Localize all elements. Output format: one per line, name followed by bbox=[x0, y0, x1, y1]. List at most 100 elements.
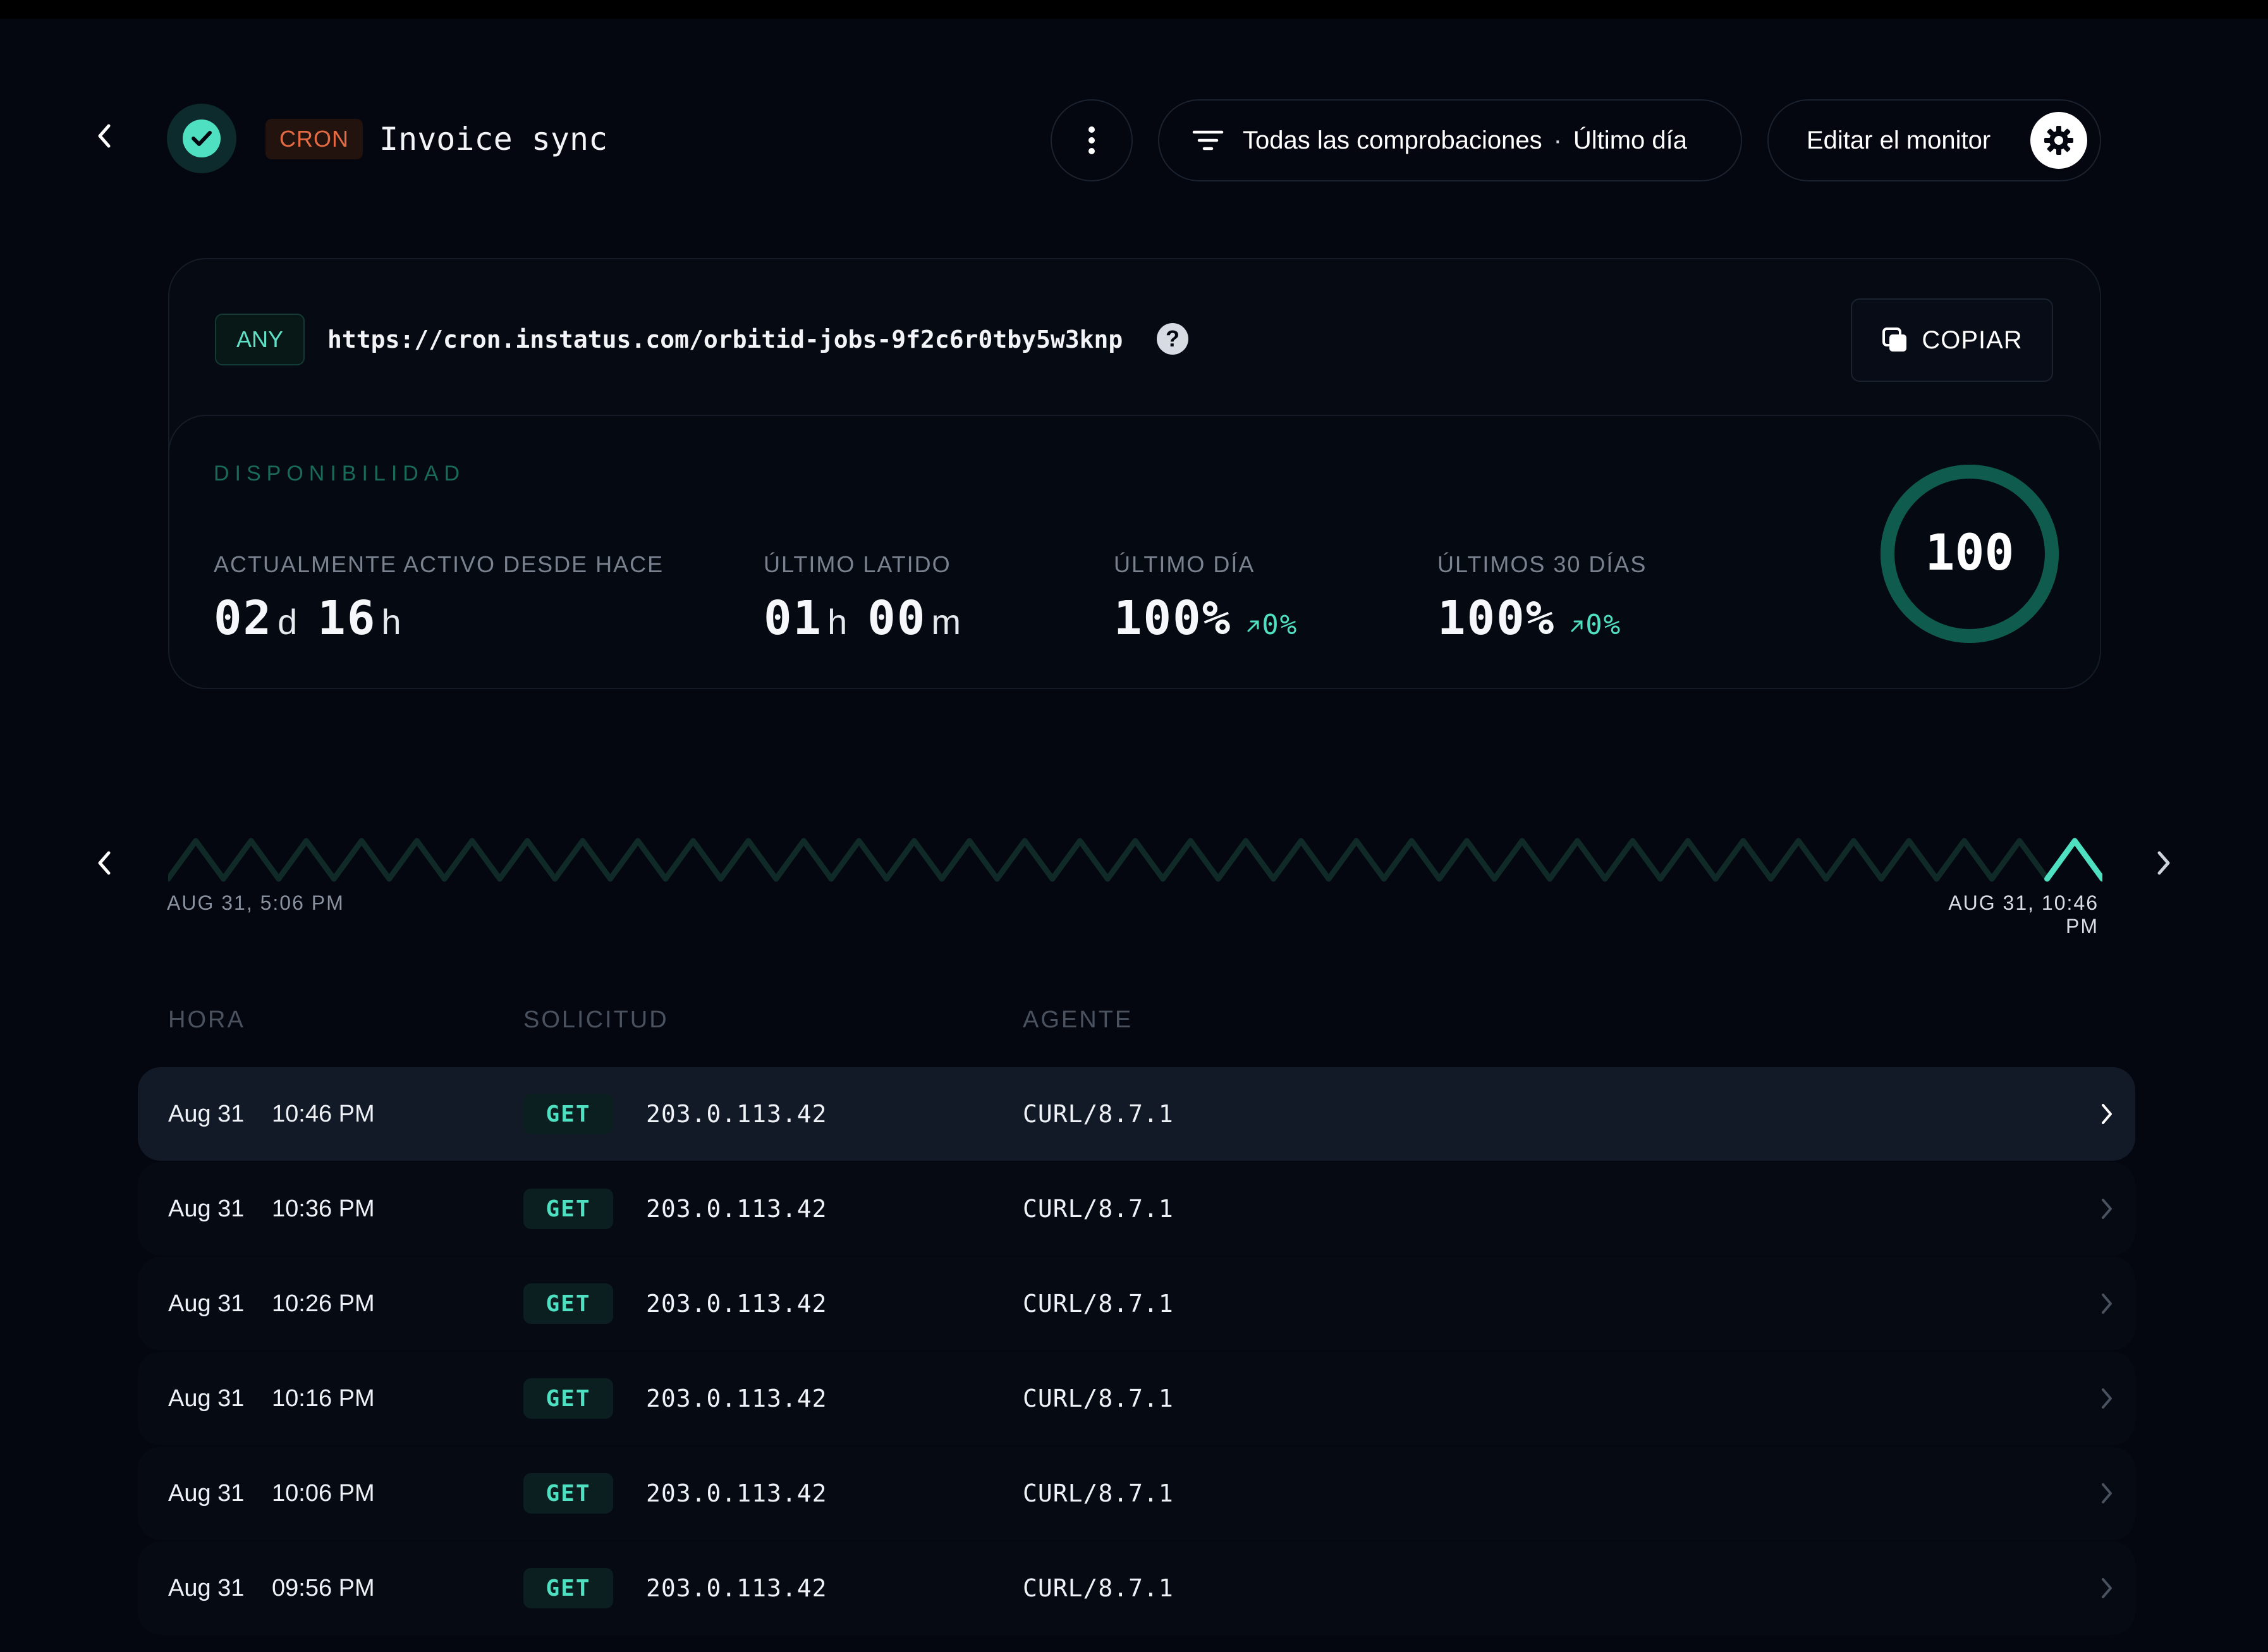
availability-section-label: DISPONIBILIDAD bbox=[214, 462, 466, 486]
heartbeat-mark[interactable] bbox=[1934, 838, 1995, 882]
heartbeat-mark[interactable] bbox=[1491, 838, 1553, 882]
row-method: GET bbox=[523, 1541, 613, 1635]
row-method: GET bbox=[523, 1447, 613, 1540]
heartbeat-mark[interactable] bbox=[1989, 838, 2051, 882]
copy-icon bbox=[1882, 327, 1907, 352]
column-header-request: SOLICITUD bbox=[523, 1006, 669, 1033]
heartbeat-mark[interactable] bbox=[1271, 838, 1332, 882]
heartbeat-mark[interactable] bbox=[386, 838, 448, 882]
heartbeat-mark[interactable] bbox=[1381, 838, 1442, 882]
method-badge: GET bbox=[523, 1189, 613, 1229]
heartbeat-mark[interactable] bbox=[1049, 838, 1111, 882]
row-date: Aug 31 bbox=[168, 1574, 245, 1601]
monitor-type-badge: CRON bbox=[265, 119, 363, 159]
heartbeat-mark[interactable] bbox=[220, 838, 282, 882]
row-time: 10:36 PM bbox=[272, 1195, 375, 1222]
row-ip: 203.0.113.42 bbox=[646, 1290, 827, 1318]
more-vertical-icon bbox=[1088, 126, 1095, 154]
heartbeat-mark[interactable] bbox=[552, 838, 613, 882]
table-row[interactable]: Aug 31 10:36 PM GET 203.0.113.42 CURL/8.7.1 bbox=[138, 1162, 2135, 1256]
row-agent: CURL/8.7.1 bbox=[1023, 1574, 1174, 1602]
row-open-button[interactable] bbox=[2091, 1162, 2123, 1256]
timeline-previous-button[interactable] bbox=[88, 844, 120, 882]
table-row[interactable]: Aug 31 09:56 PM GET 203.0.113.42 CURL/8.7.1 bbox=[138, 1541, 2135, 1635]
heartbeat-mark[interactable] bbox=[607, 838, 669, 882]
chevron-left-icon bbox=[98, 124, 111, 148]
heartbeat-mark[interactable] bbox=[1436, 838, 1497, 882]
heartbeat-latest[interactable] bbox=[2044, 838, 2102, 882]
check-icon bbox=[183, 119, 221, 157]
row-open-button[interactable] bbox=[2091, 1257, 2123, 1350]
heartbeat-mark[interactable] bbox=[773, 838, 834, 882]
heartbeat-mark[interactable] bbox=[884, 838, 945, 882]
chevron-right-icon bbox=[2102, 1388, 2112, 1409]
check-filter-dropdown[interactable]: Todas las comprobaciones · Último día bbox=[1158, 99, 1742, 181]
heartbeat-mark[interactable] bbox=[1602, 838, 1664, 882]
row-agent: CURL/8.7.1 bbox=[1023, 1290, 1174, 1318]
row-time: 10:46 PM bbox=[272, 1100, 375, 1127]
chevron-right-icon bbox=[2157, 851, 2170, 875]
timeline-end-label: AUG 31, 10:46 PM bbox=[1948, 891, 2099, 938]
table-row[interactable]: Aug 31 10:06 PM GET 203.0.113.42 CURL/8.7.1 bbox=[138, 1447, 2135, 1540]
row-ip: 203.0.113.42 bbox=[646, 1479, 827, 1507]
row-agent: CURL/8.7.1 bbox=[1023, 1100, 1174, 1128]
monitor-title: Invoice sync bbox=[379, 121, 608, 157]
heartbeat-mark[interactable] bbox=[1657, 838, 1719, 882]
heartbeat-timeline bbox=[168, 838, 2102, 882]
filter-scope: Todas las comprobaciones bbox=[1243, 126, 1542, 154]
row-date: Aug 31 bbox=[168, 1385, 245, 1412]
heartbeat-mark[interactable] bbox=[662, 838, 724, 882]
heartbeat-mark[interactable] bbox=[276, 838, 337, 882]
chevron-left-icon bbox=[98, 851, 111, 875]
timeline-start-label: AUG 31, 5:06 PM bbox=[167, 891, 344, 914]
more-options-button[interactable] bbox=[1051, 99, 1133, 181]
gear-icon bbox=[2030, 112, 2087, 169]
heartbeat-mark[interactable] bbox=[1326, 838, 1387, 882]
table-row[interactable]: Aug 31 10:46 PM GET 203.0.113.42 CURL/8.7.1 bbox=[138, 1067, 2135, 1161]
heartbeat-mark[interactable] bbox=[1104, 838, 1166, 882]
chevron-right-icon bbox=[2102, 1199, 2112, 1219]
last-30-days-delta-value: 0% bbox=[1585, 609, 1622, 641]
row-date: Aug 31 bbox=[168, 1290, 245, 1317]
column-header-time: HORA bbox=[168, 1006, 245, 1033]
copy-url-button[interactable]: COPIAR bbox=[1851, 298, 2053, 382]
edit-monitor-label: Editar el monitor bbox=[1807, 126, 1991, 154]
method-badge: GET bbox=[523, 1568, 613, 1608]
row-method: GET bbox=[523, 1162, 613, 1256]
row-open-button[interactable] bbox=[2091, 1447, 2123, 1540]
heartbeat-mark[interactable] bbox=[331, 838, 393, 882]
last-30-days-delta: 0% bbox=[1569, 609, 1621, 641]
heartbeat-mark[interactable] bbox=[717, 838, 779, 882]
minutes-unit: m bbox=[931, 602, 963, 642]
timeline-next-button[interactable] bbox=[2148, 844, 2180, 882]
row-agent: CURL/8.7.1 bbox=[1023, 1195, 1174, 1223]
heartbeat-mark[interactable] bbox=[1215, 838, 1277, 882]
heartbeat-mark[interactable] bbox=[939, 838, 1000, 882]
heartbeat-mark[interactable] bbox=[441, 838, 503, 882]
heartbeat-mark[interactable] bbox=[828, 838, 890, 882]
last-day-delta-value: 0% bbox=[1262, 609, 1298, 641]
help-icon[interactable]: ? bbox=[1157, 323, 1188, 355]
row-date: Aug 31 bbox=[168, 1100, 245, 1127]
last-day-value: 100% 0% bbox=[1114, 591, 1298, 648]
heartbeat-mark[interactable] bbox=[1767, 838, 1829, 882]
table-row[interactable]: Aug 31 10:16 PM GET 203.0.113.42 CURL/8.7.1 bbox=[138, 1352, 2135, 1445]
table-row[interactable]: Aug 31 10:26 PM GET 203.0.113.42 CURL/8.7.1 bbox=[138, 1257, 2135, 1350]
back-button[interactable] bbox=[88, 117, 120, 155]
heartbeat-mark[interactable] bbox=[1823, 838, 1884, 882]
row-open-button[interactable] bbox=[2091, 1067, 2123, 1161]
heartbeat-mark[interactable] bbox=[497, 838, 558, 882]
row-open-button[interactable] bbox=[2091, 1541, 2123, 1635]
heartbeat-mark[interactable] bbox=[1878, 838, 1940, 882]
last-30-days-value: 100% 0% bbox=[1437, 591, 1621, 648]
row-date: Aug 31 bbox=[168, 1195, 245, 1222]
row-time: 10:06 PM bbox=[272, 1479, 375, 1507]
status-indicator bbox=[167, 104, 236, 173]
heartbeat-mark[interactable] bbox=[1547, 838, 1608, 882]
heartbeat-mark[interactable] bbox=[1712, 838, 1774, 882]
heartbeat-mark[interactable] bbox=[168, 838, 226, 882]
edit-monitor-button[interactable]: Editar el monitor bbox=[1767, 99, 2101, 181]
heartbeat-mark[interactable] bbox=[1160, 838, 1221, 882]
heartbeat-mark[interactable] bbox=[994, 838, 1056, 882]
row-open-button[interactable] bbox=[2091, 1352, 2123, 1445]
